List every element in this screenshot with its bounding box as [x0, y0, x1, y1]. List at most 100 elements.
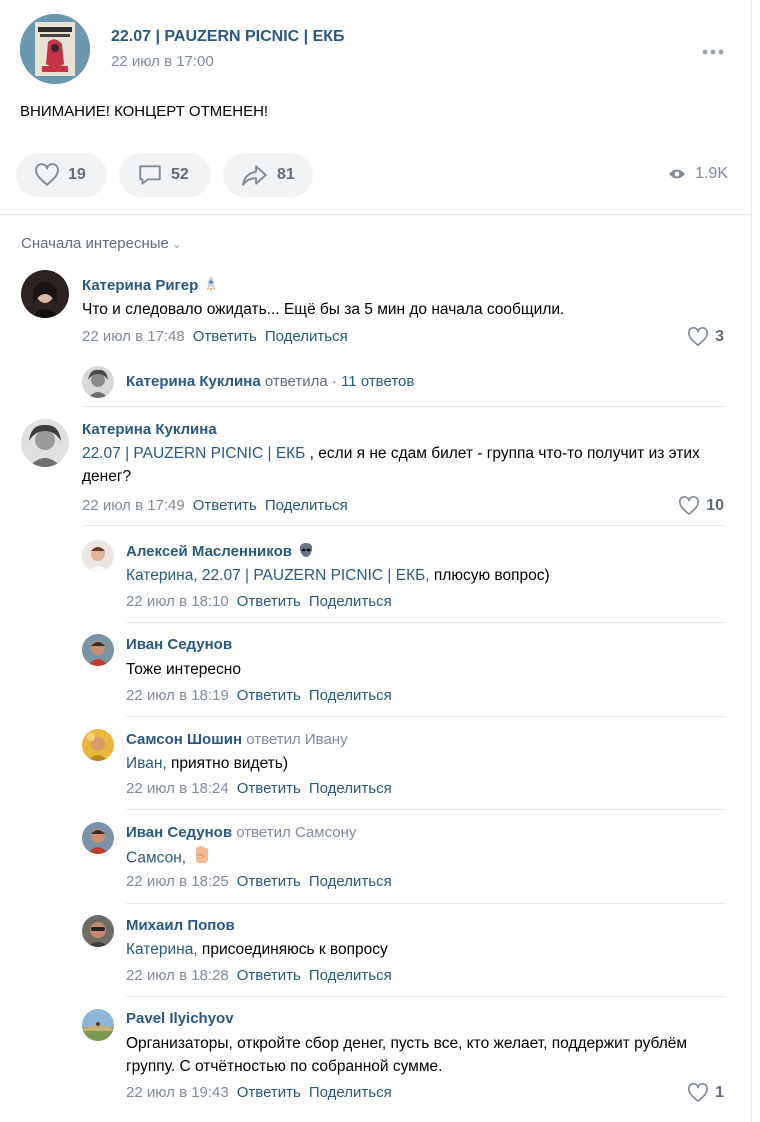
reply-author[interactable]: Иван Седунов — [126, 636, 232, 653]
thread-count: 11 ответов — [341, 372, 415, 390]
comment-icon — [139, 165, 161, 185]
views-counter: 1.9K — [668, 165, 728, 183]
reply-button[interactable]: Ответить — [237, 967, 301, 984]
reply-meta: 22 июл в 18:28 Ответить Поделиться — [126, 967, 392, 984]
reply-button[interactable]: Ответить — [193, 497, 257, 514]
post-card: 22.07 | PAUZERN PICNIC | ЕКБ 22 июл в 17… — [0, 0, 752, 1122]
rocket-icon — [204, 275, 218, 297]
share-link[interactable]: Поделиться — [309, 780, 392, 797]
more-horizontal-icon[interactable] — [702, 40, 724, 56]
reply-author[interactable]: Михаил Попов — [126, 917, 235, 934]
avatar[interactable] — [82, 540, 114, 572]
thread-author: Катерина Куклина — [126, 372, 261, 390]
share-link[interactable]: Поделиться — [309, 967, 392, 984]
reply-button[interactable]: Ответить — [237, 687, 301, 704]
comment-button[interactable]: 52 — [119, 153, 211, 197]
reply-date[interactable]: 22 июл в 18:10 — [126, 593, 229, 610]
divider — [82, 406, 726, 407]
reply-author[interactable]: Самсон Шошин ответил Ивану — [126, 731, 348, 748]
reply-text: Катерина, 22.07 | PAUZERN PICNIC | ЕКБ, … — [126, 567, 550, 584]
mention-link[interactable]: Катерина, 22.07 | PAUZERN PICNIC | ЕКБ, — [126, 567, 430, 584]
reply-text: Иван, приятно видеть) — [126, 755, 289, 772]
divider — [126, 716, 726, 717]
avatar — [82, 366, 114, 398]
reply-button[interactable]: Ответить — [237, 780, 301, 797]
views-count: 1.9K — [695, 165, 728, 182]
reply-button[interactable]: Ответить — [193, 328, 257, 345]
share-link[interactable]: Поделиться — [309, 873, 392, 890]
sort-dropdown[interactable]: Сначала интересные ⌄ — [21, 235, 182, 252]
reply-meta: 22 июл в 18:10 Ответить Поделиться — [126, 593, 392, 610]
reply-author[interactable]: Алексей Масленников — [126, 542, 314, 562]
eye-icon — [669, 169, 686, 179]
post-title[interactable]: 22.07 | PAUZERN PICNIC | ЕКБ — [111, 28, 345, 46]
replied-to[interactable]: ответил Самсону — [236, 824, 356, 841]
avatar[interactable] — [82, 1009, 114, 1041]
avatar[interactable] — [82, 822, 114, 854]
sort-label: Сначала интересные — [21, 235, 169, 252]
replied-to[interactable]: ответил Ивану — [246, 731, 347, 748]
avatar[interactable] — [82, 915, 114, 947]
community-avatar[interactable] — [20, 14, 90, 84]
divider — [0, 214, 752, 215]
share-link[interactable]: Поделиться — [309, 687, 392, 704]
avatar[interactable] — [21, 270, 69, 318]
comment-author[interactable]: Катерина Ригер — [82, 275, 218, 297]
comment-count: 52 — [171, 166, 189, 183]
comment-meta: 22 июл в 17:49 Ответить Поделиться — [82, 497, 348, 514]
mention-link[interactable]: 22.07 | PAUZERN PICNIC | ЕКБ — [82, 445, 305, 462]
divider — [126, 809, 726, 810]
share-icon — [242, 165, 267, 186]
avatar[interactable] — [82, 729, 114, 761]
like-button[interactable]: 19 — [16, 153, 107, 197]
mention-link[interactable]: Самсон, — [126, 850, 186, 867]
reply-text: Катерина, присоединяюсь к вопросу — [126, 941, 388, 958]
post-header: 22.07 | PAUZERN PICNIC | ЕКБ 22 июл в 17… — [20, 14, 732, 86]
reply-text: Организаторы, откройте сбор денег, пусть… — [126, 1035, 688, 1075]
comment-author[interactable]: Катерина Куклина — [82, 421, 217, 438]
thread-verb: ответила — [264, 372, 328, 390]
reply-meta: 22 июл в 18:19 Ответить Поделиться — [126, 687, 392, 704]
comment-meta: 22 июл в 17:48 Ответить Поделиться — [82, 328, 348, 345]
reply-meta: 22 июл в 18:25 Ответить Поделиться — [126, 873, 392, 890]
comment-like-button[interactable]: 10 — [678, 496, 724, 516]
reply-author[interactable]: Pavel Ilyichyov — [126, 1010, 234, 1027]
share-link[interactable]: Поделиться — [265, 497, 348, 514]
reply-like-button[interactable]: 1 — [687, 1083, 724, 1103]
reply-date[interactable]: 22 июл в 18:28 — [126, 967, 229, 984]
chevron-down-icon: ⌄ — [171, 237, 182, 251]
thread-summary[interactable]: Катерина Куклина ответила · 11 ответов — [82, 366, 414, 398]
share-link[interactable]: Поделиться — [309, 1084, 392, 1101]
reply-text: Самсон, — [126, 845, 726, 872]
reply-button[interactable]: Ответить — [237, 873, 301, 890]
share-count: 81 — [277, 166, 295, 183]
reply-button[interactable]: Ответить — [237, 593, 301, 610]
mention-link[interactable]: Катерина, — [126, 941, 198, 958]
avatar[interactable] — [21, 419, 69, 467]
reply-meta: 22 июл в 18:24 Ответить Поделиться — [126, 780, 392, 797]
avatar[interactable] — [82, 634, 114, 666]
reply-date[interactable]: 22 июл в 18:24 — [126, 780, 229, 797]
divider — [126, 622, 726, 623]
heart-icon — [35, 163, 59, 186]
reply-date[interactable]: 22 июл в 18:19 — [126, 687, 229, 704]
reply-author[interactable]: Иван Седунов ответил Самсону — [126, 824, 356, 841]
reply-date[interactable]: 22 июл в 19:43 — [126, 1084, 229, 1101]
heart-icon — [679, 496, 700, 515]
heart-icon — [688, 1083, 709, 1102]
post-date[interactable]: 22 июл в 17:00 — [111, 53, 214, 70]
comment-date[interactable]: 22 июл в 17:49 — [82, 497, 185, 514]
heart-icon — [688, 327, 709, 346]
reply-button[interactable]: Ответить — [237, 1084, 301, 1101]
divider — [126, 903, 726, 904]
share-button[interactable]: 81 — [223, 153, 313, 197]
mention-link[interactable]: Иван, — [126, 755, 167, 772]
reply-date[interactable]: 22 июл в 18:25 — [126, 873, 229, 890]
comment-text: 22.07 | PAUZERN PICNIC | ЕКБ , если я не… — [82, 445, 700, 485]
comment-like-button[interactable]: 3 — [687, 327, 724, 347]
alien-icon — [298, 542, 314, 562]
divider — [82, 525, 726, 526]
comment-date[interactable]: 22 июл в 17:48 — [82, 328, 185, 345]
share-link[interactable]: Поделиться — [309, 593, 392, 610]
share-link[interactable]: Поделиться — [265, 328, 348, 345]
